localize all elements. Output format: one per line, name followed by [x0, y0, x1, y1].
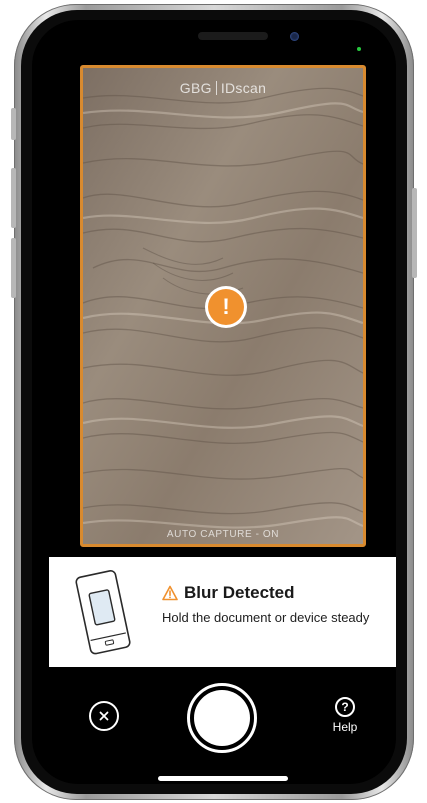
side-button-mute — [11, 108, 16, 140]
shutter-button[interactable] — [187, 683, 257, 753]
shutter-inner — [194, 690, 250, 746]
phone-document-illustration-icon — [75, 570, 131, 655]
earpiece — [198, 32, 268, 40]
message-title-row: Blur Detected — [162, 583, 295, 603]
blur-message-card: Blur Detected Hold the document or devic… — [49, 557, 396, 667]
help-icon: ? — [335, 697, 355, 717]
help-label: Help — [332, 720, 358, 734]
close-button[interactable] — [89, 701, 119, 731]
camera-viewfinder[interactable]: GBG IDscan ! AUTO CAPTURE - ON — [80, 65, 366, 547]
side-button-volume-up — [11, 168, 16, 228]
auto-capture-status: AUTO CAPTURE - ON — [166, 529, 280, 540]
alert-icon: ! — [208, 289, 244, 325]
brand-separator — [215, 81, 217, 95]
close-icon — [99, 711, 109, 721]
message-body: Hold the document or device steady — [162, 610, 370, 625]
message-title: Blur Detected — [184, 583, 295, 602]
front-camera — [290, 32, 299, 41]
side-button-power — [412, 188, 417, 278]
side-button-volume-down — [11, 238, 16, 298]
brand-logo: GBG IDscan — [83, 80, 363, 96]
sensor-indicator — [357, 47, 361, 51]
warning-triangle-icon — [162, 585, 178, 601]
brand-gbg: GBG — [179, 80, 212, 96]
help-button[interactable]: ? Help — [328, 697, 362, 739]
brand-idscan: IDscan — [220, 80, 267, 96]
home-indicator[interactable] — [158, 776, 288, 781]
